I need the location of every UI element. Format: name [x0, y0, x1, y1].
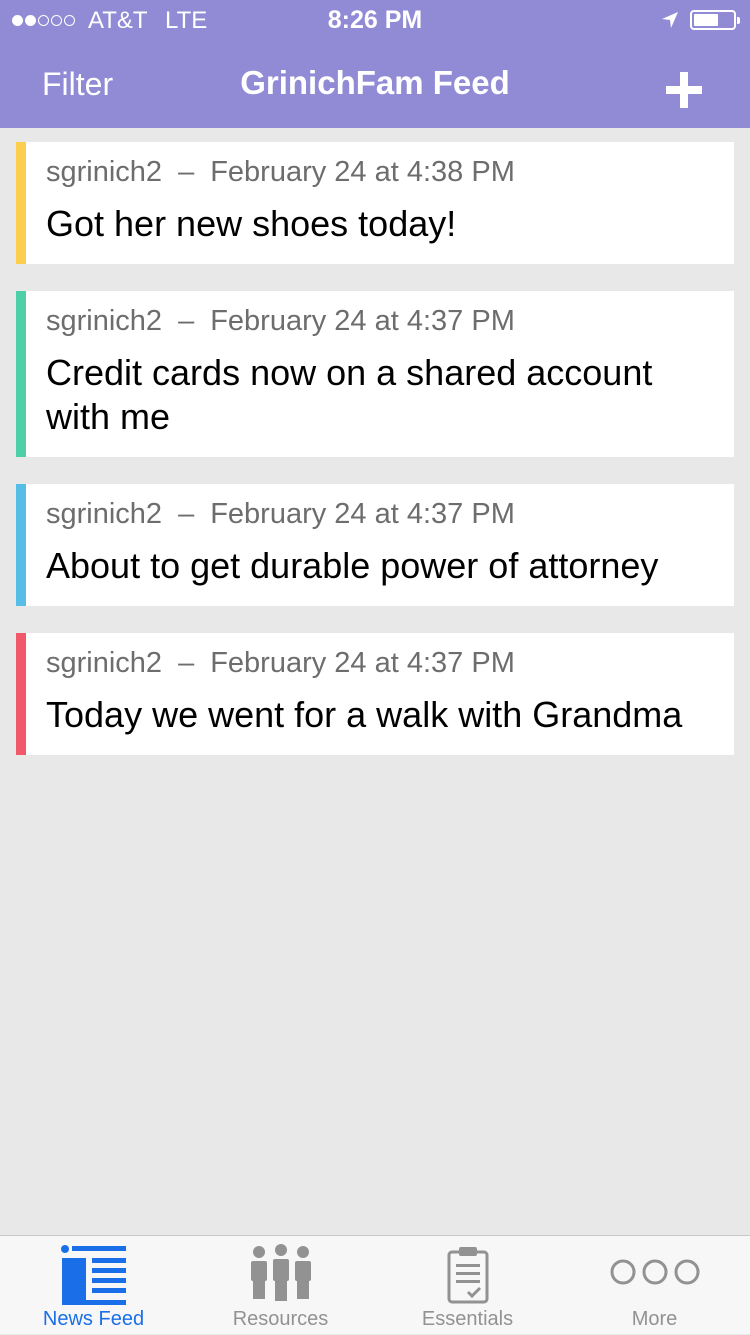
tab-label: News Feed [42, 1308, 145, 1330]
status-bar: AT&T LTE 8:26 PM [0, 0, 750, 40]
post-separator: – [178, 156, 195, 188]
tab-label: Resources [232, 1308, 329, 1330]
post-color-bar [16, 484, 26, 606]
status-time: 8:26 PM [327, 6, 423, 34]
post-timestamp: February 24 at 4:38 PM [210, 156, 515, 188]
post-username: sgrinich2 [46, 647, 163, 679]
post-meta: sgrinich2– February 24 at 4:37 PM [46, 645, 710, 681]
news-feed-icon [60, 1245, 126, 1305]
post-text: Today we went for a walk with Grandma [46, 694, 683, 735]
post-separator: – [178, 305, 195, 337]
header: AT&T LTE 8:26 PM Filter GrinichFam Feed [0, 0, 750, 128]
tab-news-feed[interactable]: News Feed [0, 1236, 187, 1335]
post-meta: sgrinich2– February 24 at 4:38 PM [46, 154, 710, 190]
post-text: Credit cards now on a shared account wit… [46, 352, 653, 437]
plus-icon[interactable] [662, 68, 706, 112]
post-color-bar [16, 291, 26, 457]
feed-post-card[interactable]: sgrinich2– February 24 at 4:38 PM Got her … [16, 142, 734, 264]
post-meta: sgrinich2– February 24 at 4:37 PM [46, 303, 710, 339]
post-username: sgrinich2 [46, 156, 163, 188]
post-separator: – [178, 498, 195, 530]
post-username: sgrinich2 [46, 498, 163, 530]
tab-resources[interactable]: Resources [187, 1236, 374, 1335]
tab-more[interactable]: More [561, 1236, 748, 1335]
tab-bar: News Feed Resources Essentials More [0, 1235, 750, 1334]
feed-post-card[interactable]: sgrinich2– February 24 at 4:37 PM Credit c… [16, 291, 734, 457]
page-title: GrinichFam Feed [240, 64, 510, 101]
news-feed-list: sgrinich2– February 24 at 4:38 PM Got her … [16, 142, 734, 782]
tab-essentials[interactable]: Essentials [374, 1236, 561, 1335]
feed-post-card[interactable]: sgrinich2– February 24 at 4:37 PM Today we… [16, 633, 734, 755]
nav-bar: Filter GrinichFam Feed [0, 40, 750, 128]
post-separator: – [178, 647, 195, 679]
post-text: About to get durable power of attorney [46, 545, 659, 586]
clipboard-icon [447, 1247, 488, 1304]
post-color-bar [16, 142, 26, 264]
people-icon [250, 1244, 311, 1301]
post-text: Got her new shoes today! [46, 203, 457, 244]
tab-label: Essentials [421, 1308, 514, 1330]
post-username: sgrinich2 [46, 305, 163, 337]
post-color-bar [16, 633, 26, 755]
battery-icon [690, 10, 740, 30]
location-arrow-icon [662, 12, 678, 28]
post-timestamp: February 24 at 4:37 PM [210, 498, 515, 530]
feed-post-card[interactable]: sgrinich2– February 24 at 4:37 PM About to… [16, 484, 734, 606]
post-timestamp: February 24 at 4:37 PM [210, 305, 515, 337]
post-meta: sgrinich2– February 24 at 4:37 PM [46, 496, 710, 532]
more-icon [610, 1259, 699, 1285]
post-timestamp: February 24 at 4:37 PM [210, 647, 515, 679]
tab-label: More [631, 1308, 678, 1330]
